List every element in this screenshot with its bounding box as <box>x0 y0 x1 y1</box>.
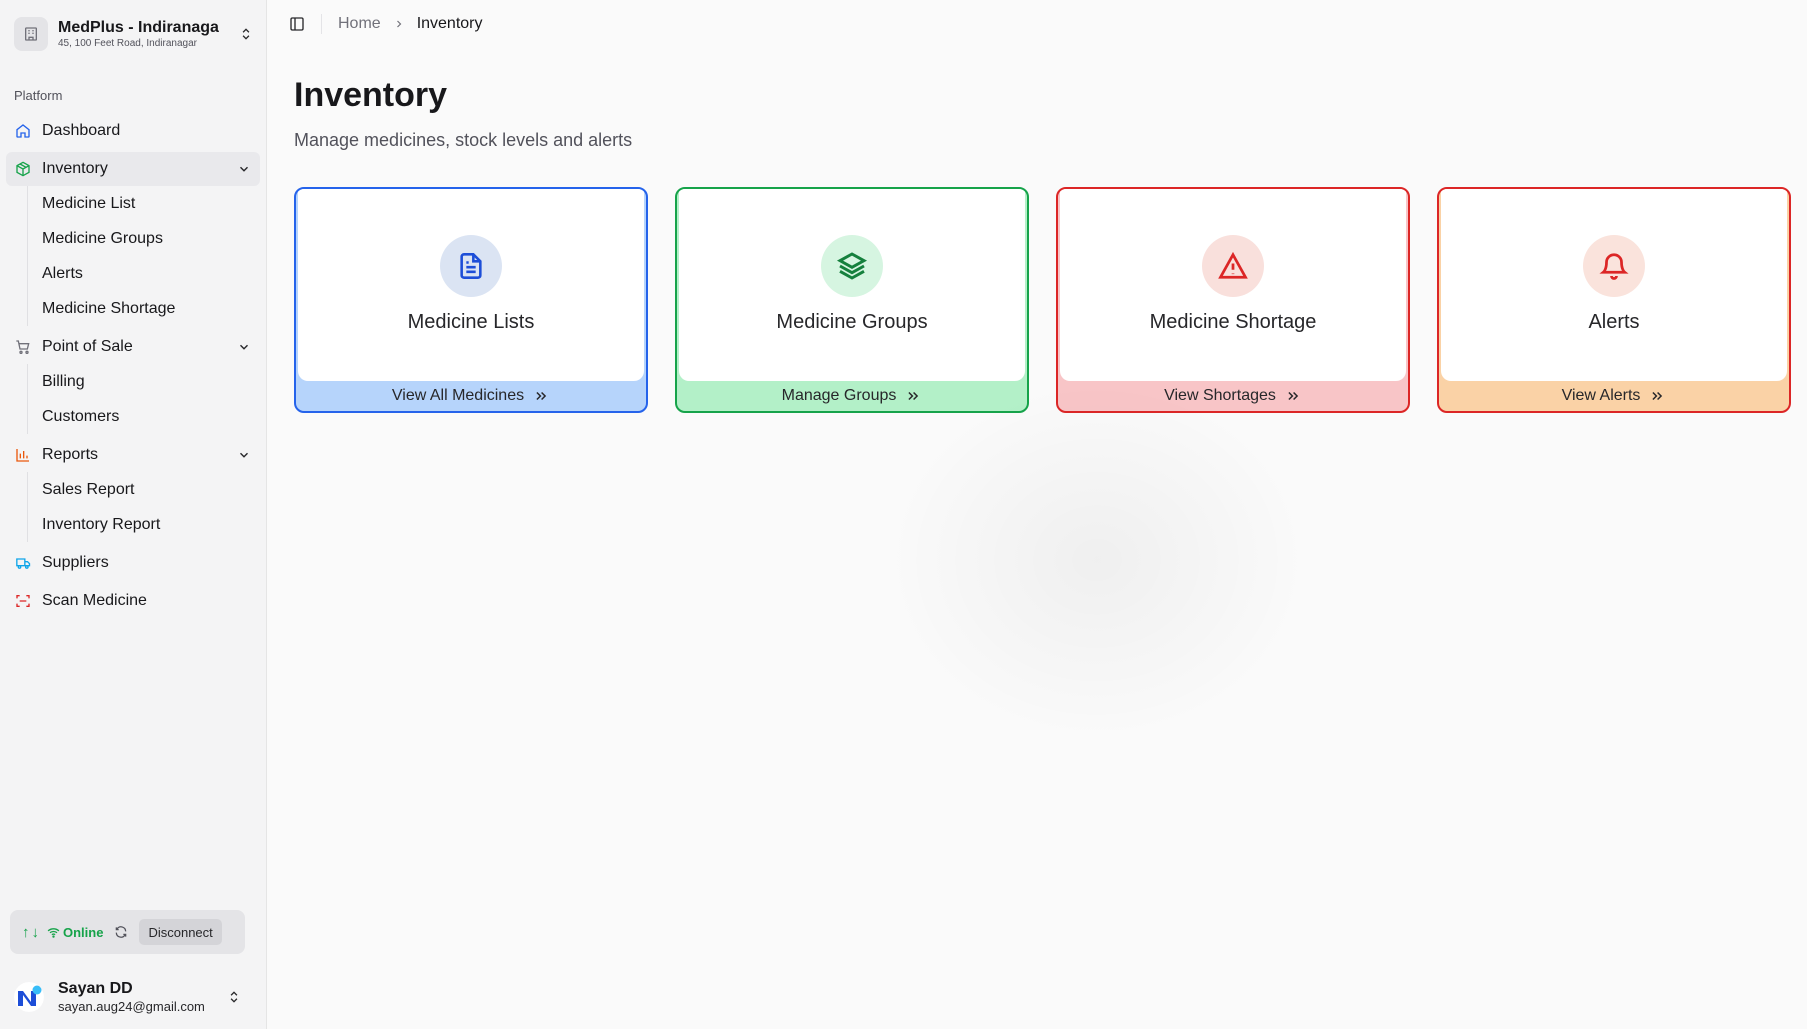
store-info: MedPlus - Indiranaga 45, 100 Feet Road, … <box>58 18 236 50</box>
card-title: Medicine Shortage <box>1149 311 1317 333</box>
refresh-icon[interactable] <box>113 924 129 940</box>
alert-triangle-icon <box>1202 235 1264 297</box>
chevrons-right-icon <box>904 389 922 403</box>
sidebar-subitem-billing[interactable]: Billing <box>42 364 266 399</box>
scan-icon <box>14 592 32 610</box>
card-medicine-shortage[interactable]: Medicine Shortage View Shortages <box>1056 187 1410 413</box>
sidebar-item-label: Scan Medicine <box>42 592 147 609</box>
sidebar-subitem-customers[interactable]: Customers <box>42 399 266 434</box>
background-glow <box>887 380 1307 740</box>
sidebar-subitem-alerts[interactable]: Alerts <box>42 256 266 291</box>
user-menu[interactable]: Sayan DD sayan.aug24@gmail.com <box>14 975 244 1019</box>
layers-icon <box>821 235 883 297</box>
page-subtitle: Manage medicines, stock levels and alert… <box>294 130 633 150</box>
manage-groups-link[interactable]: Manage Groups <box>677 381 1027 411</box>
store-name: MedPlus - Indiranaga <box>58 19 219 36</box>
card-body: Medicine Lists <box>298 189 644 381</box>
breadcrumb-current: Inventory <box>416 14 483 32</box>
card-medicine-groups[interactable]: Medicine Groups Manage Groups <box>675 187 1029 413</box>
main-content: Home Inventory Inventory Manage medicine… <box>266 0 1807 1029</box>
chevrons-right-icon <box>1284 389 1302 403</box>
building-icon <box>14 17 48 51</box>
sync-arrows-icon: ↑↓ <box>22 923 41 941</box>
sidebar-subitem-inventory-report[interactable]: Inventory Report <box>42 507 266 542</box>
inventory-submenu: Medicine List Medicine Groups Alerts Med… <box>27 186 266 326</box>
file-text-icon <box>440 235 502 297</box>
sidebar-item-label: Inventory <box>42 160 108 177</box>
reports-submenu: Sales Report Inventory Report <box>27 472 266 542</box>
card-title: Alerts <box>1588 311 1640 333</box>
nav-group-label: Platform <box>14 88 63 103</box>
breadcrumb: Home Inventory <box>338 15 483 33</box>
disconnect-button[interactable]: Disconnect <box>139 919 222 945</box>
card-body: Medicine Shortage <box>1060 189 1406 381</box>
bell-icon <box>1583 235 1645 297</box>
card-alerts[interactable]: Alerts View Alerts <box>1437 187 1791 413</box>
sidebar-item-inventory[interactable]: Inventory <box>6 152 260 186</box>
sidebar-item-scan-medicine[interactable]: Scan Medicine <box>6 584 260 618</box>
sidebar-item-label: Dashboard <box>42 122 121 139</box>
chevron-down-icon[interactable] <box>236 339 252 355</box>
chevrons-right-icon <box>532 389 550 403</box>
user-info: Sayan DD sayan.aug24@gmail.com <box>58 979 224 1015</box>
sidebar-subitem-medicine-groups[interactable]: Medicine Groups <box>42 221 266 256</box>
sidebar-nav: Dashboard Inventory Medicine List Medici… <box>0 110 266 618</box>
card-body: Medicine Groups <box>679 189 1025 381</box>
page-title: Inventory <box>294 76 448 114</box>
view-alerts-link[interactable]: View Alerts <box>1439 381 1789 411</box>
online-status: Online <box>47 925 103 940</box>
view-all-medicines-link[interactable]: View All Medicines <box>296 381 646 411</box>
sidebar-item-label: Suppliers <box>42 554 109 571</box>
sidebar: MedPlus - Indiranaga 45, 100 Feet Road, … <box>0 0 266 1029</box>
avatar <box>14 982 44 1012</box>
bar-chart-icon <box>14 446 32 464</box>
chevrons-right-icon <box>1648 389 1666 403</box>
card-medicine-lists[interactable]: Medicine Lists View All Medicines <box>294 187 648 413</box>
chevrons-up-down-icon[interactable] <box>224 987 244 1007</box>
card-action-label: Manage Groups <box>781 387 897 404</box>
card-title: Medicine Groups <box>776 311 928 333</box>
sidebar-subitem-medicine-shortage[interactable]: Medicine Shortage <box>42 291 266 326</box>
sidebar-subitem-medicine-list[interactable]: Medicine List <box>42 186 266 221</box>
user-name: Sayan DD <box>58 980 133 997</box>
sidebar-subitem-sales-report[interactable]: Sales Report <box>42 472 266 507</box>
sidebar-item-suppliers[interactable]: Suppliers <box>6 546 260 580</box>
app-root: MedPlus - Indiranaga 45, 100 Feet Road, … <box>0 0 1807 1029</box>
sidebar-item-label: Point of Sale <box>42 338 133 355</box>
chevron-right-icon <box>393 18 405 30</box>
package-icon <box>14 160 32 178</box>
sidebar-item-point-of-sale[interactable]: Point of Sale <box>6 330 260 364</box>
wifi-icon <box>47 927 60 938</box>
card-action-label: View Alerts <box>1561 387 1641 404</box>
card-body: Alerts <box>1441 189 1787 381</box>
sidebar-item-reports[interactable]: Reports <box>6 438 260 472</box>
store-switcher[interactable]: MedPlus - Indiranaga 45, 100 Feet Road, … <box>14 14 256 54</box>
store-address: 45, 100 Feet Road, Indiranagar <box>58 38 197 49</box>
sidebar-item-dashboard[interactable]: Dashboard <box>6 114 260 148</box>
sidebar-item-label: Reports <box>42 446 99 463</box>
sidebar-toggle-icon[interactable] <box>287 14 307 34</box>
card-action-label: View All Medicines <box>391 387 525 404</box>
online-label: Online <box>63 924 104 940</box>
chevron-down-icon[interactable] <box>236 447 252 463</box>
truck-icon <box>14 554 32 572</box>
connection-status: ↑↓ Online Disconnect <box>10 910 245 954</box>
user-email: sayan.aug24@gmail.com <box>58 999 205 1014</box>
pos-submenu: Billing Customers <box>27 364 266 434</box>
home-icon <box>14 122 32 140</box>
breadcrumb-home[interactable]: Home <box>338 15 381 33</box>
card-title: Medicine Lists <box>407 311 535 333</box>
chevrons-up-down-icon[interactable] <box>236 24 256 44</box>
chevron-down-icon[interactable] <box>236 161 252 177</box>
cart-icon <box>14 338 32 356</box>
top-bar: Home Inventory <box>267 0 1807 47</box>
topbar-divider <box>321 13 322 34</box>
inventory-cards: Medicine Lists View All Medicines Medici… <box>294 187 1807 413</box>
